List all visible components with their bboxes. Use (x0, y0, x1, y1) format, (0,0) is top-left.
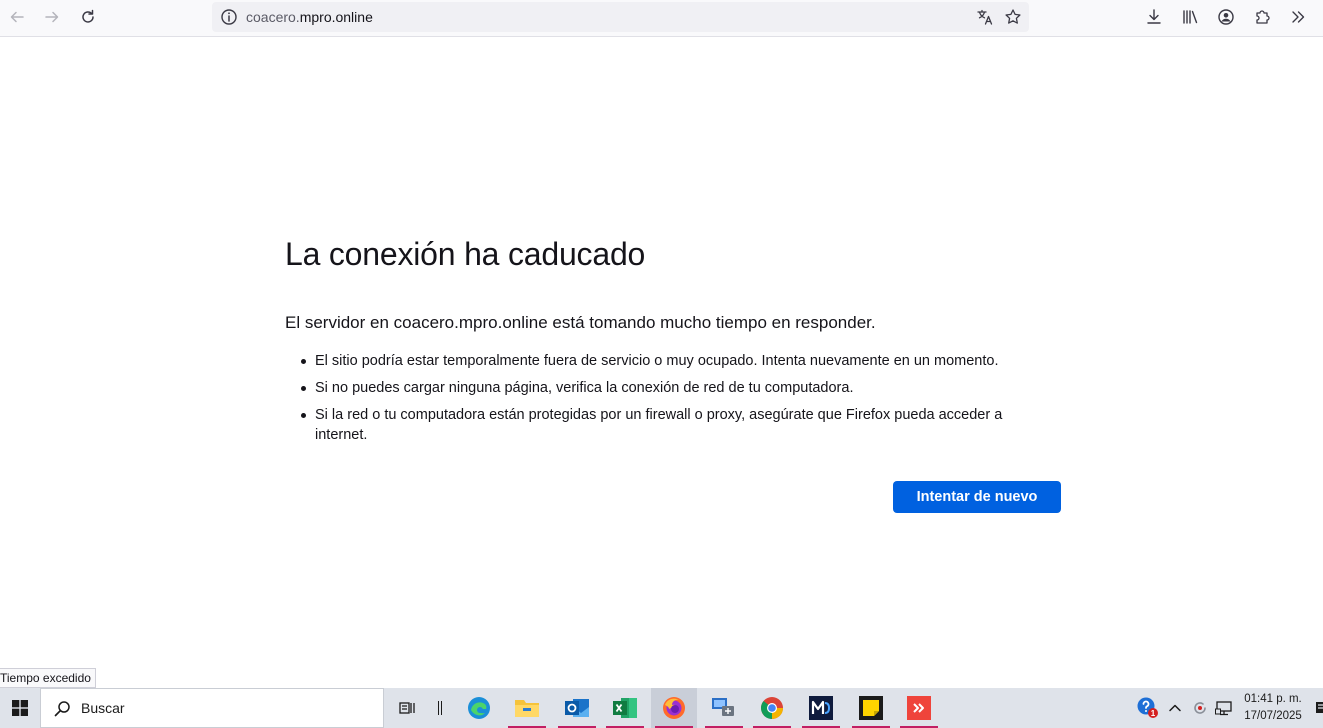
sync-icon (1194, 702, 1206, 714)
translate-icon[interactable] (975, 7, 995, 27)
error-description: El servidor en coacero.mpro.online está … (285, 313, 876, 332)
url-text: coacero.mpro.online (246, 9, 373, 25)
start-button[interactable] (0, 688, 40, 728)
forward-button[interactable] (38, 4, 66, 30)
search-label: Buscar (81, 700, 125, 716)
excel-icon (613, 698, 637, 718)
mpro-app-icon (809, 696, 833, 720)
taskbar-excel[interactable] (602, 688, 648, 728)
puzzle-icon (1256, 10, 1270, 24)
taskbar-anydesk[interactable] (896, 688, 942, 728)
bookmark-star-icon[interactable] (1003, 7, 1023, 27)
arrow-left-icon (10, 11, 24, 23)
taskbar-mpro[interactable] (798, 688, 844, 728)
network-icon (1215, 701, 1232, 716)
reload-button[interactable] (74, 4, 102, 30)
notification-center-button[interactable] (1313, 688, 1323, 728)
task-view-icon (399, 702, 415, 714)
url-bar[interactable]: coacero.mpro.online (212, 2, 1029, 32)
site-info-icon[interactable] (220, 8, 238, 26)
browser-toolbar: coacero.mpro.online (0, 0, 1323, 37)
taskbar-remote-desktop[interactable] (701, 688, 747, 728)
taskbar-firefox[interactable] (651, 688, 697, 728)
extensions-button[interactable] (1250, 5, 1274, 29)
clock-time: 01:41 p. m. (1244, 693, 1302, 705)
back-button[interactable] (3, 4, 31, 30)
help-badge-count: 1 (1151, 709, 1156, 718)
search-icon (54, 701, 70, 717)
taskbar: Buscar 1 01:41 p. m. 17/07/2025 (0, 688, 1323, 728)
suggestion-item: Si la red o tu computadora están protegi… (301, 405, 1041, 445)
chevron-double-right-icon (1292, 11, 1305, 23)
account-icon (1218, 9, 1234, 25)
chrome-icon (761, 697, 783, 719)
sticky-notes-icon (859, 696, 883, 720)
url-subdomain: coacero. (246, 9, 300, 25)
help-icon: 1 (1137, 697, 1158, 718)
anydesk-icon (907, 696, 931, 720)
outlook-icon (565, 699, 589, 717)
suggestion-item: El sitio podría estar temporalmente fuer… (301, 351, 1041, 371)
taskbar-search[interactable]: Buscar (40, 688, 384, 728)
taskbar-outlook[interactable] (554, 688, 600, 728)
divider-icon (438, 701, 442, 715)
library-button[interactable] (1178, 5, 1202, 29)
download-icon (1147, 9, 1161, 24)
remote-desktop-icon (712, 698, 734, 716)
url-domain: mpro.online (299, 9, 373, 25)
downloads-button[interactable] (1142, 5, 1166, 29)
tray-help[interactable]: 1 (1134, 688, 1162, 728)
tray-show-hidden[interactable] (1164, 688, 1186, 728)
folder-icon (515, 700, 539, 717)
arrow-right-icon (45, 11, 59, 23)
taskbar-sticky-notes[interactable] (848, 688, 894, 728)
overflow-menu-button[interactable] (1286, 5, 1310, 29)
clock-date: 17/07/2025 (1244, 710, 1302, 722)
tray-sync[interactable] (1188, 688, 1212, 728)
status-tooltip: Tiempo excedido (0, 668, 96, 688)
retry-button[interactable]: Intentar de nuevo (893, 481, 1061, 513)
taskbar-file-explorer[interactable] (504, 688, 550, 728)
taskbar-edge[interactable] (456, 688, 502, 728)
library-icon (1183, 10, 1198, 24)
firefox-icon (663, 697, 685, 719)
account-button[interactable] (1214, 5, 1238, 29)
windows-logo-icon (12, 700, 28, 716)
error-title: La conexión ha caducado (285, 236, 646, 272)
edge-icon (468, 697, 490, 719)
system-clock[interactable]: 01:41 p. m. 17/07/2025 (1238, 691, 1308, 725)
notification-icon (1316, 702, 1323, 713)
tray-network[interactable] (1212, 688, 1236, 728)
reload-icon (82, 9, 94, 23)
taskbar-chrome[interactable] (749, 688, 795, 728)
chevron-up-icon (1169, 704, 1181, 712)
error-suggestions: El sitio podría estar temporalmente fuer… (301, 351, 1041, 452)
suggestion-item: Si no puedes cargar ninguna página, veri… (301, 378, 1041, 398)
error-page: La conexión ha caducado El servidor en c… (0, 37, 1323, 688)
